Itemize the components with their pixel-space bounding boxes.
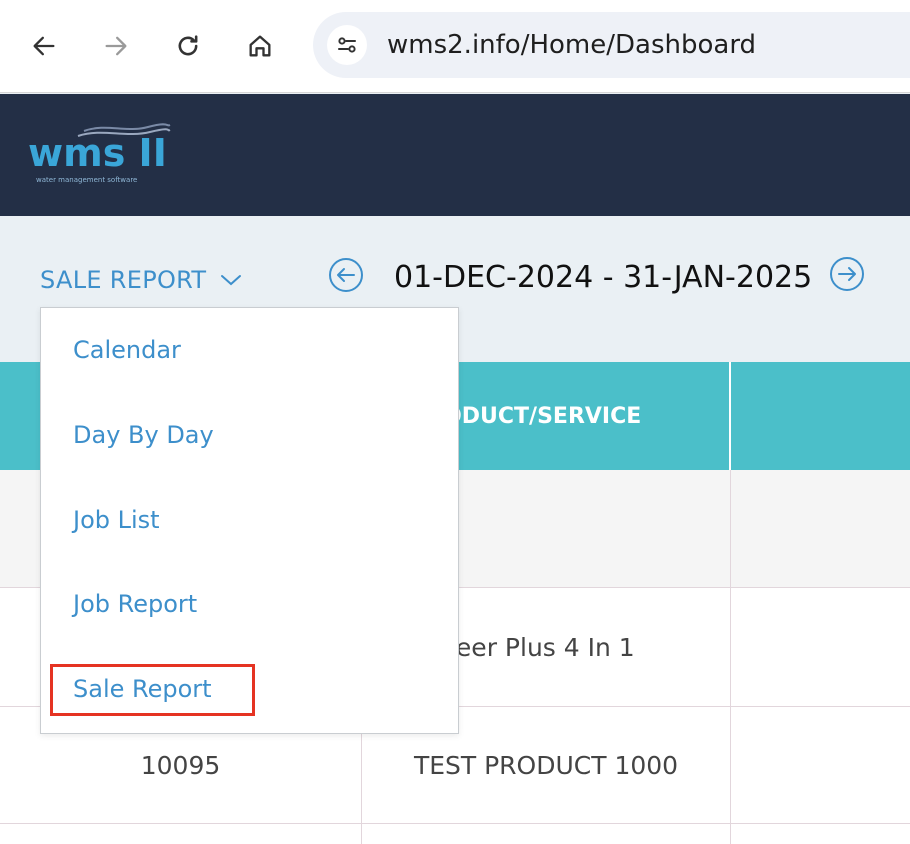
table-cell — [731, 707, 910, 823]
previous-period-button[interactable] — [328, 257, 364, 293]
logo-tagline: water management software — [36, 176, 137, 184]
column-header[interactable] — [731, 362, 910, 470]
table-cell — [731, 824, 910, 844]
menu-item-job-list[interactable]: Job List — [73, 506, 160, 534]
table-cell — [362, 824, 731, 844]
table-cell — [731, 470, 910, 587]
menu-item-calendar[interactable]: Calendar — [73, 336, 181, 364]
back-button[interactable] — [24, 26, 64, 66]
reload-icon — [178, 35, 198, 56]
site-settings-button[interactable] — [327, 25, 367, 65]
wms-logo[interactable]: wms II water management software — [26, 122, 176, 186]
address-bar[interactable]: wms2.info/Home/Dashboard — [313, 12, 910, 78]
app-header: wms II water management software — [0, 94, 910, 216]
menu-item-day-by-day[interactable]: Day By Day — [73, 421, 214, 449]
home-button[interactable] — [240, 26, 280, 66]
chevron-down-icon — [221, 275, 242, 286]
report-type-dropdown[interactable]: SALE REPORT — [40, 266, 242, 294]
arrow-left-icon — [337, 268, 355, 282]
url-text[interactable]: wms2.info/Home/Dashboard — [387, 30, 756, 60]
logo-wordmark: wms II — [28, 131, 167, 175]
back-arrow-icon — [33, 36, 55, 56]
report-type-label: SALE REPORT — [40, 266, 207, 294]
table-cell — [731, 588, 910, 706]
menu-item-sale-report[interactable]: Sale Report — [73, 675, 212, 703]
browser-toolbar: wms2.info/Home/Dashboard — [0, 0, 910, 93]
report-type-menu: Calendar Day By Day Job List Job Report … — [40, 307, 459, 734]
table-cell — [0, 824, 362, 844]
next-period-button[interactable] — [829, 256, 865, 292]
reload-button[interactable] — [168, 26, 208, 66]
home-icon — [249, 35, 271, 57]
forward-arrow-icon — [105, 36, 127, 56]
arrow-right-icon — [838, 267, 856, 281]
menu-item-job-report[interactable]: Job Report — [73, 590, 197, 618]
table-row[interactable] — [0, 824, 910, 844]
forward-button[interactable] — [96, 26, 136, 66]
site-settings-icon — [338, 37, 356, 53]
date-range-label: 01-DEC-2024 - 31-JAN-2025 — [394, 260, 813, 295]
